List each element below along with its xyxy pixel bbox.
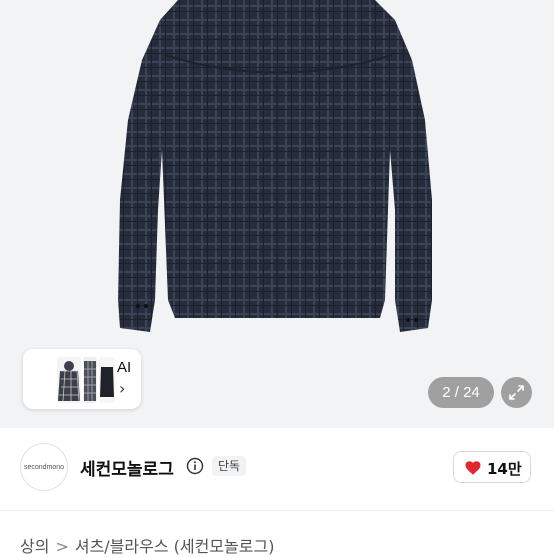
info-icon[interactable]	[186, 457, 204, 475]
shop-logo[interactable]: secondmono	[20, 443, 68, 491]
thumbnail-image-3[interactable]	[99, 357, 115, 403]
breadcrumb-item-category[interactable]: 상의	[20, 533, 49, 557]
like-count: 14만	[487, 460, 522, 478]
ai-label: AI	[117, 359, 132, 376]
breadcrumb: 상의 > 셔츠/블라우스 (세컨모놀로그)	[20, 533, 274, 557]
thumbnail-card[interactable]: AI ›	[23, 349, 141, 409]
product-image-gallery[interactable]: AI › 2 / 24	[0, 0, 554, 428]
thumbnail-image-2[interactable]	[83, 357, 97, 403]
thumbnail-image-1[interactable]	[57, 357, 81, 403]
breadcrumb-separator: >	[55, 537, 69, 556]
expand-button[interactable]	[501, 377, 532, 408]
expand-icon	[509, 385, 524, 400]
like-button[interactable]: 14만	[453, 451, 531, 483]
heart-icon	[465, 461, 481, 475]
shop-name[interactable]: 세컨모놀로그	[80, 455, 174, 480]
breadcrumb-item-subcategory[interactable]: 셔츠/블라우스 (세컨모놀로그)	[75, 533, 275, 557]
exclusive-badge: 단독	[212, 456, 247, 476]
section-divider	[0, 510, 554, 511]
page-counter: 2 / 24	[428, 377, 494, 408]
chevron-right-icon: ›	[119, 379, 126, 398]
